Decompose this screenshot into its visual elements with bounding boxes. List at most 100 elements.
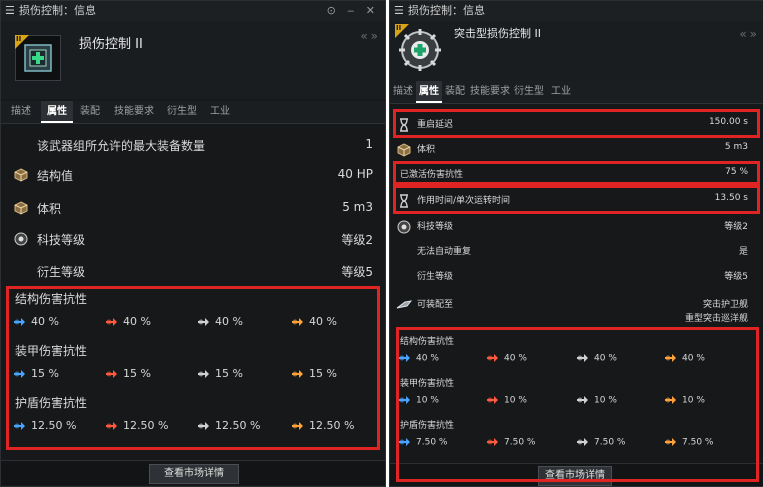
attribute-row: 可装配至 突击护卫舰 重型突击巡洋舰 — [390, 297, 763, 324]
resist-value: 7.50 % — [664, 436, 713, 448]
resist-value: 40 % — [105, 315, 151, 328]
resist-value-text: 40 % — [504, 353, 527, 364]
attribute-value: 75 % — [725, 167, 748, 177]
explosive-damage-icon — [291, 316, 305, 328]
attribute-value: 5 m3 — [342, 200, 373, 214]
attribute-label: 体积 — [417, 145, 436, 155]
attribute-value: 等级2 — [341, 233, 373, 247]
window-controls[interactable]: ⊙ ‒ ✕ — [327, 1, 379, 21]
attribute-value: 5 m3 — [724, 142, 748, 152]
tab-3[interactable]: 技能要求 — [468, 81, 512, 103]
tab-5[interactable]: 工业 — [203, 101, 237, 123]
resist-value-text: 40 % — [123, 315, 151, 328]
cube-icon — [13, 201, 29, 215]
attribute-label: 体积 — [37, 202, 62, 216]
item-icon[interactable]: II — [15, 35, 61, 81]
explosive-damage-icon — [664, 352, 678, 364]
attribute-row: 无法自动重复 是 — [390, 244, 763, 262]
resist-value: 40 % — [197, 315, 243, 328]
info-window-right: ☰ 损伤控制：信息 II 突击型损伤控制 II «» 描述 属性 装配 技能要求 衍生型… — [389, 0, 763, 487]
attribute-label: 无法自动重复 — [417, 247, 472, 257]
attribute-label: 结构值 — [37, 169, 74, 183]
attribute-label: 可装配至 — [417, 300, 454, 310]
tab-bar: 描述 属性 装配 技能要求 衍生型 工业 — [390, 81, 763, 104]
resist-value: 10 % — [664, 394, 705, 406]
resist-value-text: 15 % — [31, 367, 59, 380]
item-icon[interactable]: II — [395, 24, 444, 75]
attribute-row: 科技等级 等级2 — [390, 219, 763, 237]
footer: 查看市场详情 — [390, 463, 763, 486]
resist-value: 40 % — [576, 352, 617, 364]
resist-section-title: 护盾伤害抗性 — [400, 421, 455, 431]
resist-value-text: 7.50 % — [504, 437, 536, 448]
tab-5[interactable]: 工业 — [546, 81, 576, 103]
attribute-label: 作用时间/单次运转时间 — [417, 196, 511, 206]
attribute-row: 已激活伤害抗性 75 % — [390, 167, 763, 185]
resist-value: 40 % — [398, 352, 439, 364]
collapse-icon[interactable]: «» — [739, 27, 760, 41]
window-title: 损伤控制：信息 — [408, 4, 485, 17]
resist-value: 15 % — [105, 367, 151, 380]
resist-value-text: 12.50 % — [309, 419, 355, 432]
tab-1[interactable]: 属性 — [41, 101, 73, 123]
tab-0[interactable]: 描述 — [1, 101, 41, 123]
resist-value: 12.50 % — [105, 419, 168, 432]
attribute-row: 体积 5 m3 — [1, 200, 385, 218]
resist-value: 10 % — [398, 394, 439, 406]
attribute-value: 1 — [365, 137, 373, 151]
resist-value: 15 % — [291, 367, 337, 380]
em-damage-icon — [398, 352, 412, 364]
attribute-value-secondary: 重型突击巡洋舰 — [684, 314, 748, 324]
attribute-label: 衍生等级 — [417, 272, 454, 282]
title-bar[interactable]: ☰ 损伤控制：信息 — [390, 1, 763, 21]
attribute-row: 结构值 40 HP — [1, 167, 385, 185]
title-bar[interactable]: ☰ 损伤控制：信息 ⊙ ‒ ✕ — [1, 1, 385, 21]
resist-section-title: 结构伤害抗性 — [400, 337, 455, 347]
tech-level-icon — [13, 232, 29, 246]
resist-value: 40 % — [13, 315, 59, 328]
tab-3[interactable]: 技能要求 — [107, 101, 161, 123]
attribute-label: 科技等级 — [37, 233, 86, 247]
thermal-damage-icon — [105, 368, 119, 380]
attribute-label: 该武器组所允许的最大装备数量 — [37, 139, 206, 153]
attribute-label: 重启延迟 — [417, 120, 454, 130]
em-damage-icon — [13, 420, 27, 432]
view-market-details-button[interactable]: 查看市场详情 — [538, 466, 612, 486]
explosive-damage-icon — [291, 420, 305, 432]
resist-value-text: 10 % — [594, 395, 617, 406]
resist-value-text: 40 % — [682, 353, 705, 364]
explosive-damage-icon — [664, 436, 678, 448]
attribute-label: 已激活伤害抗性 — [400, 170, 464, 180]
tab-bar: 描述 属性 装配 技能要求 衍生型 工业 — [1, 101, 385, 124]
item-name: 突击型损伤控制 II — [454, 27, 541, 40]
view-market-details-button[interactable]: 查看市场详情 — [149, 464, 239, 484]
tab-4[interactable]: 衍生型 — [161, 101, 203, 123]
attribute-label: 衍生等级 — [37, 265, 86, 279]
footer: 查看市场详情 — [1, 460, 385, 485]
resist-value: 40 % — [486, 352, 527, 364]
tab-2[interactable]: 装配 — [73, 101, 107, 123]
tab-4[interactable]: 衍生型 — [512, 81, 546, 103]
attribute-value: 13.50 s — [714, 193, 748, 203]
resist-value-text: 15 % — [309, 367, 337, 380]
tab-0[interactable]: 描述 — [390, 81, 416, 103]
collapse-icon[interactable]: «» — [360, 29, 381, 43]
item-header: II 损伤控制 II «» — [1, 21, 385, 99]
cube-icon — [396, 143, 412, 157]
resist-section-title: 装甲伤害抗性 — [15, 344, 88, 358]
tab-2[interactable]: 装配 — [442, 81, 468, 103]
resist-value: 10 % — [576, 394, 617, 406]
menu-icon[interactable]: ☰ — [5, 1, 15, 21]
attribute-value: 150.00 s — [708, 117, 748, 127]
attribute-value: 等级5 — [341, 265, 373, 279]
tab-1[interactable]: 属性 — [416, 81, 442, 103]
resist-value-text: 40 % — [416, 353, 439, 364]
menu-icon[interactable]: ☰ — [394, 1, 404, 21]
attribute-row: 科技等级 等级2 — [1, 231, 385, 249]
resist-value: 7.50 % — [398, 436, 447, 448]
resist-value-text: 40 % — [309, 315, 337, 328]
ship-icon — [396, 298, 413, 312]
resist-value: 7.50 % — [486, 436, 535, 448]
attribute-row: 作用时间/单次运转时间 13.50 s — [390, 193, 763, 211]
thermal-damage-icon — [486, 394, 500, 406]
